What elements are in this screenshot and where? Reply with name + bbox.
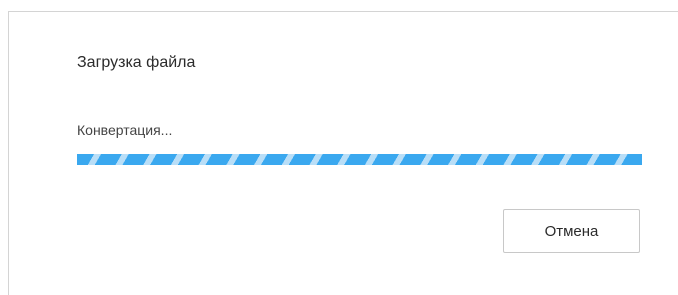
dialog-title: Загрузка файла xyxy=(77,54,196,71)
dialog-border-left xyxy=(8,11,9,295)
progress-bar-fill xyxy=(77,154,642,165)
dialog-border-top xyxy=(8,11,678,12)
progress-status-text: Конвертация... xyxy=(77,122,173,138)
cancel-button[interactable]: Отмена xyxy=(503,209,640,253)
progress-bar xyxy=(77,154,642,165)
file-upload-dialog: Загрузка файла Конвертация... Отмена xyxy=(0,0,678,295)
